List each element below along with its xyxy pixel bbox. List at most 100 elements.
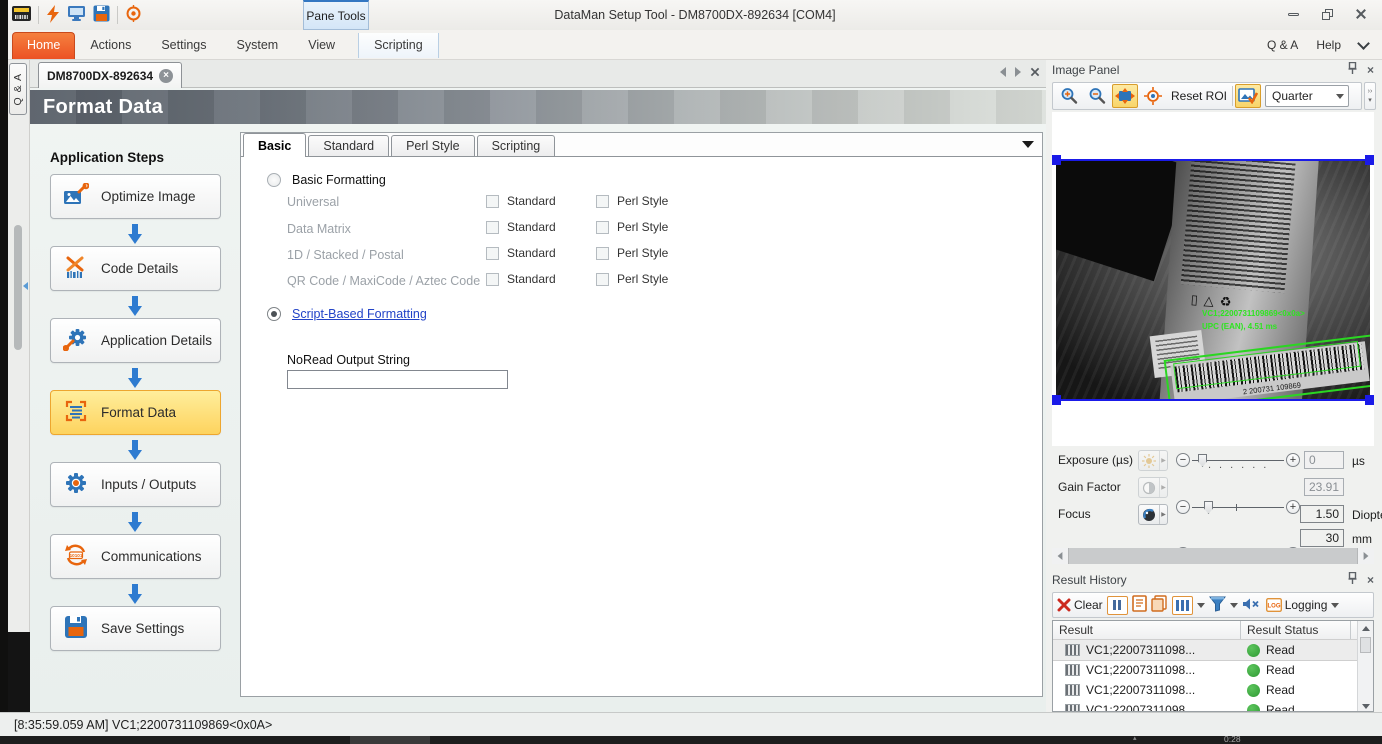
gain-slider[interactable]: − + [1176, 497, 1300, 517]
qa-vertical-tab[interactable]: Q & A [9, 63, 27, 115]
ribbon-tab-settings[interactable]: Settings [146, 33, 221, 58]
mute-icon[interactable] [1242, 597, 1260, 614]
close-window-button[interactable] [1348, 6, 1374, 22]
pin-icon[interactable] [1348, 572, 1357, 587]
result-vertical-scrollbar[interactable] [1357, 621, 1373, 711]
help-link[interactable]: Help [1316, 38, 1341, 52]
result-row[interactable]: VC1;22007311098... Read [1053, 680, 1373, 700]
device-tab-close-icon[interactable]: × [159, 69, 173, 83]
slider-increase-button[interactable]: + [1286, 500, 1300, 514]
result-row[interactable]: VC1;22007311098... Read [1053, 640, 1373, 660]
panel-dropdown-icon[interactable] [1022, 141, 1034, 148]
ribbon-tab-actions[interactable]: Actions [75, 33, 146, 58]
pause-button[interactable] [1107, 596, 1128, 615]
sidebar-step-save-settings[interactable]: Save Settings [50, 606, 221, 651]
reset-roi-button[interactable]: Reset ROI [1168, 89, 1230, 103]
zoom-in-icon[interactable] [1056, 84, 1082, 108]
splitter-handle[interactable] [14, 225, 22, 350]
focus-value[interactable]: 1.50 [1300, 505, 1344, 523]
tab-scroll-left-icon[interactable] [1000, 67, 1006, 77]
qa-link[interactable]: Q & A [1267, 38, 1298, 52]
slider-thumb[interactable] [1204, 501, 1213, 514]
close-panel-icon[interactable]: × [1367, 63, 1374, 77]
columns-icon[interactable] [1172, 596, 1193, 615]
scroll-down-icon[interactable] [1362, 704, 1370, 709]
logging-button[interactable]: LOG Logging [1266, 598, 1328, 612]
slider-decrease-button[interactable]: − [1176, 453, 1190, 467]
gain-value[interactable]: 23.91 [1304, 478, 1344, 496]
sidebar-step-application-details[interactable]: Application Details [50, 318, 221, 363]
sidebar-step-format-data[interactable]: Format Data [50, 390, 221, 435]
tab-standard[interactable]: Standard [308, 135, 389, 156]
roi-handle-bottom-right[interactable] [1365, 395, 1374, 405]
columns-dropdown-icon[interactable] [1197, 603, 1205, 608]
exposure-auto-button[interactable]: ▶ [1138, 450, 1168, 471]
close-panel-icon[interactable]: × [1367, 573, 1374, 587]
copy-report-icon[interactable] [1151, 595, 1168, 615]
image-size-select[interactable]: Quarter [1265, 85, 1349, 107]
center-roi-icon[interactable] [1140, 84, 1166, 108]
tab-basic[interactable]: Basic [243, 133, 306, 157]
collapse-panel-icon[interactable] [23, 282, 28, 290]
restore-button[interactable] [1314, 6, 1340, 22]
target-icon[interactable] [125, 5, 142, 25]
column-result[interactable]: Result [1053, 621, 1241, 639]
clear-button[interactable]: Clear [1057, 598, 1103, 612]
data-matrix-perl-checkbox[interactable] [596, 221, 609, 234]
roi-top-line[interactable] [1054, 159, 1372, 161]
scroll-up-icon[interactable] [1362, 626, 1370, 631]
column-result-status[interactable]: Result Status [1241, 621, 1351, 639]
roi-handle-bottom-left[interactable] [1052, 395, 1061, 405]
script-based-formatting-radio[interactable] [267, 307, 281, 321]
ribbon-tab-system[interactable]: System [222, 33, 294, 58]
result-row[interactable]: VC1;22007311098 Read [1053, 700, 1373, 712]
tab-scripting[interactable]: Scripting [477, 135, 556, 156]
sidebar-step-optimize-image[interactable]: Optimize Image [50, 174, 221, 219]
slider-increase-button[interactable]: + [1286, 453, 1300, 467]
focus-mm-value[interactable]: 30 [1300, 529, 1344, 547]
image-canvas[interactable]: ▯△♻ 2 200731 109869 VC1;2200731109869<0x… [1056, 161, 1370, 399]
roi-bottom-line[interactable] [1054, 399, 1372, 401]
result-row[interactable]: VC1;22007311098... Read [1053, 660, 1373, 680]
exposure-value[interactable]: 0 [1304, 451, 1344, 469]
qr-perl-checkbox[interactable] [596, 273, 609, 286]
image-horizontal-scrollbar[interactable] [1052, 548, 1374, 564]
qr-standard-checkbox[interactable] [486, 273, 499, 286]
pin-icon[interactable] [1348, 62, 1357, 77]
ribbon-tab-view[interactable]: View [293, 33, 350, 58]
1d-perl-checkbox[interactable] [596, 247, 609, 260]
scroll-right-icon[interactable] [1358, 548, 1374, 564]
report-icon[interactable] [1132, 595, 1147, 615]
sidebar-step-communications[interactable]: 10101 Communications [50, 534, 221, 579]
tab-close-icon[interactable] [1031, 68, 1040, 77]
focus-button[interactable]: ▶ [1138, 504, 1168, 525]
roi-handle-top-right[interactable] [1365, 155, 1374, 165]
tab-perl-style[interactable]: Perl Style [391, 135, 475, 156]
scrollbar-thumb[interactable] [1360, 637, 1371, 653]
filter-dropdown-icon[interactable] [1230, 603, 1238, 608]
filter-icon[interactable] [1209, 596, 1226, 615]
tab-scroll-right-icon[interactable] [1015, 67, 1021, 77]
minimize-button[interactable] [1280, 6, 1306, 22]
slider-thumb[interactable] [1198, 454, 1207, 467]
slider-decrease-button[interactable]: − [1176, 500, 1190, 514]
sidebar-step-inputs-outputs[interactable]: Inputs / Outputs [50, 462, 221, 507]
ribbon-tab-home[interactable]: Home [12, 32, 75, 59]
exposure-slider[interactable]: − + ...... [1176, 450, 1300, 470]
universal-perl-checkbox[interactable] [596, 195, 609, 208]
live-monitor-icon[interactable] [67, 5, 86, 25]
1d-standard-checkbox[interactable] [486, 247, 499, 260]
sidebar-step-code-details[interactable]: Code Details [50, 246, 221, 291]
data-matrix-standard-checkbox[interactable] [486, 221, 499, 234]
pane-tools-tab[interactable]: Pane Tools [303, 0, 369, 30]
gain-auto-button[interactable]: ▶ [1138, 477, 1168, 498]
zoom-out-icon[interactable] [1084, 84, 1110, 108]
collapse-ribbon-icon[interactable] [1357, 37, 1370, 50]
universal-standard-checkbox[interactable] [486, 195, 499, 208]
device-document-tab[interactable]: DM8700DX-892634 × [38, 62, 182, 88]
trigger-icon[interactable] [46, 5, 60, 26]
save-icon[interactable] [93, 5, 110, 25]
basic-formatting-radio[interactable] [267, 173, 281, 187]
roi-handle-top-left[interactable] [1052, 155, 1061, 165]
fit-image-icon[interactable] [1112, 84, 1138, 108]
